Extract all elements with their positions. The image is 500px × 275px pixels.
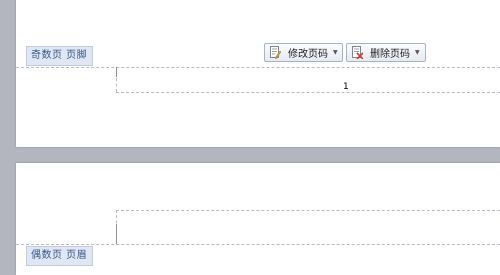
text-margin-marker-top [116, 67, 117, 77]
delete-page-number-button[interactable]: 删除页码 ▼ [346, 43, 426, 62]
delete-page-number-label: 删除页码 [370, 49, 410, 60]
footer-top-boundary [16, 67, 500, 68]
header-content-top-line [116, 210, 500, 211]
delete-page-number-icon [352, 46, 364, 60]
modify-page-number-button[interactable]: 修改页码 ▼ [264, 43, 343, 62]
even-page-header-label: 偶数页 页眉 [26, 246, 94, 266]
text-margin-marker-bottom [116, 224, 117, 244]
dropdown-arrow-icon[interactable]: ▼ [333, 49, 338, 56]
footer-content-bottom-line [116, 92, 500, 93]
dropdown-arrow-icon[interactable]: ▼ [415, 49, 420, 56]
odd-page-footer-label: 奇数页 页脚 [26, 46, 94, 66]
header-bottom-boundary [16, 244, 500, 245]
edit-page-number-icon [270, 46, 282, 60]
modify-page-number-label: 修改页码 [288, 49, 328, 60]
document-page-1[interactable] [16, 0, 500, 147]
page-number-field[interactable]: 1 [343, 82, 349, 92]
